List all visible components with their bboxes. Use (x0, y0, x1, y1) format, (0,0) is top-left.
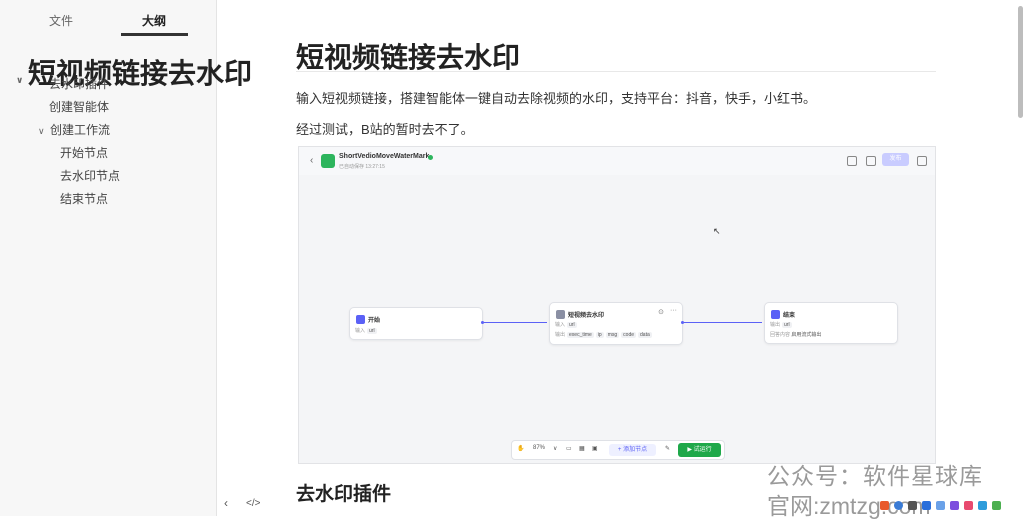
copy-icon (917, 156, 927, 166)
mouse-cursor-icon: ↖ (713, 226, 721, 236)
add-node-button: + 添加节点 (609, 444, 656, 456)
edge-watermark-end (684, 322, 762, 323)
workflow-toolbar: ✋ 87% ∨ ▭ ▦ ▣ + 添加节点 ✎ ▶ 试运行 (511, 440, 725, 460)
var-chip: msg (605, 332, 620, 338)
tab-outline[interactable]: 大纲 (142, 12, 166, 29)
watermark-node-title: 短视频去水印 (568, 313, 605, 319)
sidebar-tabs: 文件 大纲 (0, 0, 216, 38)
active-tab-indicator (121, 33, 188, 36)
end-node-title: 结束 (783, 313, 796, 319)
var-chip: data (638, 332, 652, 338)
source-code-icon[interactable]: </> (246, 498, 260, 509)
start-node-inputs: 输入 url (355, 327, 377, 334)
chevron-down-icon: ∨ (16, 75, 24, 85)
watermark-node-inputs: 输入 url (555, 321, 577, 328)
answer-value: 启用流式输出 (791, 332, 822, 338)
chevron-down-icon: ∨ (38, 126, 45, 136)
row-label: 输出 (770, 322, 781, 328)
plugin-icon (556, 310, 565, 319)
title-divider (296, 71, 936, 72)
row-label: 输入 (555, 322, 566, 328)
hand-icon: ✋ (517, 446, 525, 452)
workflow-app-icon (321, 154, 335, 168)
end-node-answer: 回答内容 启用流式输出 (770, 331, 821, 338)
system-tray (880, 498, 1016, 514)
workflow-screenshot: ‹ ShortVedioMoveWaterMark 已自动保存 13:27:15… (298, 146, 936, 464)
sidebar: 文件 大纲 ∨ 短视频链接去水印 去水印插件 创建智能体 ∨ 创建工作流 开始节点 … (0, 0, 252, 516)
var-chip: ip (595, 332, 604, 338)
back-icon: ‹ (310, 155, 314, 166)
outline-item-create-agent[interactable]: 创建智能体 (49, 98, 109, 115)
paragraph-note: 经过测试，B站的暂时去不了。 (296, 122, 474, 137)
outline-item-plugin[interactable]: 去水印插件 (49, 75, 109, 92)
var-chip: url (567, 322, 577, 328)
users-icon (866, 156, 876, 166)
workflow-title: ShortVedioMoveWaterMark (339, 153, 430, 160)
section-heading: 去水印插件 (296, 484, 392, 505)
test-run-button: ▶ 试运行 (678, 443, 721, 457)
row-label: 输入 (355, 328, 366, 334)
brush-icon (950, 501, 959, 510)
watermark-node-outputs: 输出 exec_time ip msg code data (555, 331, 652, 338)
page-scrollbar[interactable] (1016, 0, 1024, 516)
outline-item-create-workflow[interactable]: ∨ 创建工作流 (38, 121, 110, 138)
input-method-icon (922, 501, 931, 510)
more-icon: ··· (670, 307, 677, 314)
comment-icon: ▭ (566, 446, 572, 452)
end-node-outputs: 输出 url (770, 321, 792, 328)
layout-icon: ▦ (579, 446, 585, 452)
scrollbar-thumb[interactable] (1018, 6, 1023, 118)
start-node-title: 开始 (368, 318, 381, 324)
start-node-icon (356, 315, 365, 324)
settings-tray-icon (992, 501, 1001, 510)
zoom-dropdown-icon: ∨ (553, 446, 558, 452)
row-label: 回答内容 (770, 332, 791, 338)
var-chip: url (782, 322, 792, 328)
minimap-icon: ▣ (592, 446, 598, 452)
zoom-level: 87% (533, 445, 546, 451)
settings-icon: ⊙ (658, 309, 664, 316)
start-node: 开始 输入 url (349, 307, 483, 340)
collapse-sidebar-icon[interactable]: ‹ (224, 496, 228, 510)
sidebar-bottom-bar: ‹ </> (216, 492, 276, 514)
chat-icon (964, 501, 973, 510)
network-icon (894, 501, 903, 510)
paragraph-intro: 输入短视频链接，搭建智能体一键自动去除视频的水印，支持平台：抖音，快手，小红书。 (296, 91, 817, 106)
watermark-node: 短视频去水印 ⊙ ··· 输入 url 输出 exec_time ip msg code d… (549, 302, 683, 345)
watermark-line-1: 公众号：软件星球库 (767, 463, 983, 489)
keyboard-icon (936, 501, 945, 510)
publish-button: 发布 (882, 153, 909, 166)
history-icon (847, 156, 857, 166)
app-logo-icon (880, 501, 889, 510)
status-dot (428, 155, 433, 160)
moon-icon (908, 501, 917, 510)
row-label: 输出 (555, 332, 566, 338)
end-node: 结束 输出 url 回答内容 启用流式输出 (764, 302, 898, 344)
outline-item-watermark-node[interactable]: 去水印节点 (60, 167, 120, 184)
var-chip: code (621, 332, 637, 338)
outline-item-end-node[interactable]: 结束节点 (60, 190, 108, 207)
workflow-header: ‹ ShortVedioMoveWaterMark 已自动保存 13:27:15… (299, 147, 935, 175)
outline-item-start-node[interactable]: 开始节点 (60, 144, 108, 161)
grid-icon (978, 501, 987, 510)
var-chip: exec_time (567, 332, 594, 338)
workflow-autosave: 已自动保存 13:27:15 (339, 164, 385, 170)
tab-files[interactable]: 文件 (49, 12, 73, 29)
end-node-icon (771, 310, 780, 319)
edge-start-watermark (484, 322, 547, 323)
debug-icon: ✎ (665, 446, 671, 452)
var-chip: url (367, 328, 377, 334)
page-title: 短视频链接去水印 (296, 42, 521, 73)
outline-item-label: 创建工作流 (50, 123, 111, 137)
